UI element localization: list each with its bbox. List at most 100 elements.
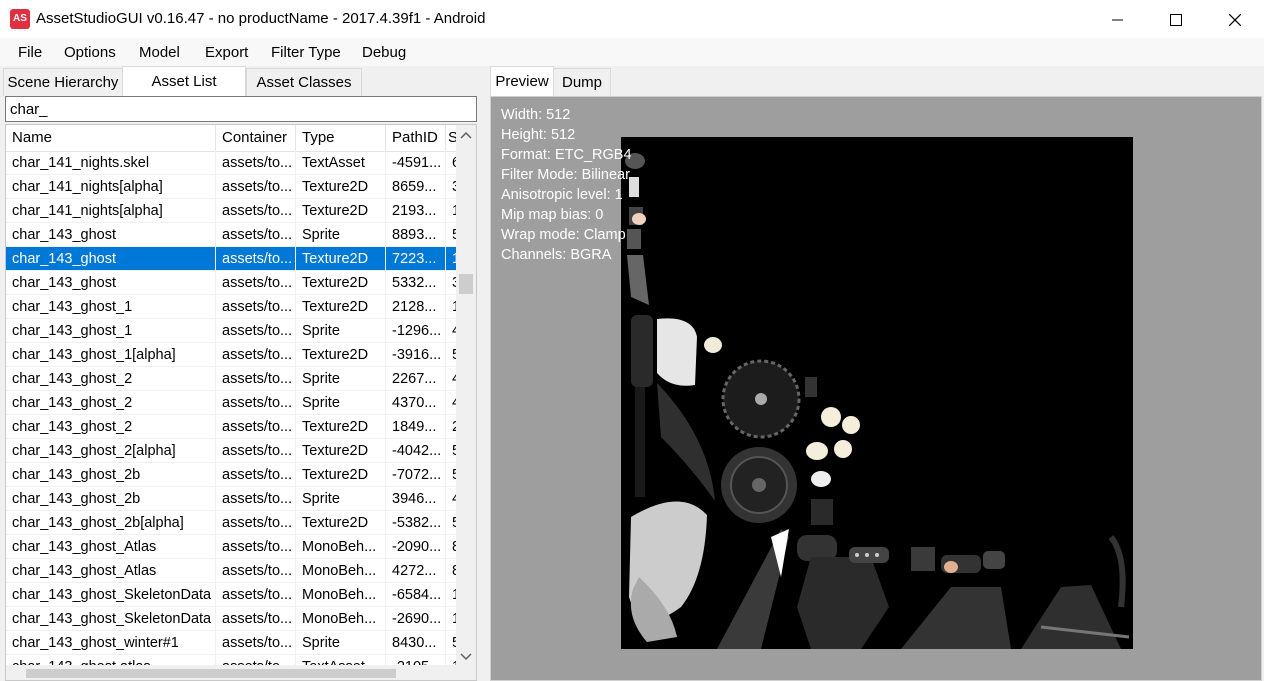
cell-name: char_143_ghost_2b[alpha]: [6, 511, 216, 535]
cell-pathid: 3946...: [386, 487, 446, 511]
table-row[interactable]: char_143_ghostassets/to...Sprite8893...5: [6, 223, 458, 247]
hscroll-thumb[interactable]: [26, 669, 396, 678]
table-row[interactable]: char_143_ghost_2b assets/to... Sprite 3946.…: [6, 487, 458, 511]
table-row[interactable]: char_143_ghost assets/to... Texture2D 7223.…: [6, 247, 458, 271]
cell-container: assets/to...: [216, 343, 296, 367]
cell-type: Texture2D: [296, 271, 386, 295]
cell-pathid: -4042...: [386, 439, 446, 463]
cell-type: MonoBeh...: [296, 535, 386, 559]
table-row[interactable]: char_141_nights[alpha] assets/to... Textur…: [6, 175, 458, 199]
column-name[interactable]: Name: [6, 125, 216, 151]
cell-name: char_143_ghost: [6, 247, 216, 271]
cell-type: Sprite: [296, 391, 386, 415]
list-header: Name Container Type PathID S: [6, 125, 458, 152]
cell-type: Texture2D: [296, 247, 386, 271]
search-input[interactable]: [5, 96, 477, 122]
cell-name: char_143_ghost_2: [6, 415, 216, 439]
cell-name: char_143_ghost_SkeletonData: [6, 607, 216, 631]
table-row[interactable]: char_143_ghost_2 assets/to... Sprite 4370..…: [6, 391, 458, 415]
cell-type: MonoBeh...: [296, 583, 386, 607]
table-row[interactable]: char_143_ghost_2 assets/to... Texture2D 184…: [6, 415, 458, 439]
menu-file[interactable]: File: [18, 44, 42, 61]
table-row[interactable]: char_143_ghost_SkeletonData assets/to... M…: [6, 583, 458, 607]
texture-image: [621, 137, 1133, 649]
horizontal-scrollbar[interactable]: [6, 665, 476, 680]
table-row[interactable]: char_141_nights.skel assets/to... TextAsse…: [6, 151, 458, 175]
info-height: Height: 512: [501, 127, 576, 143]
info-format: Format: ETC_RGB4: [501, 147, 632, 163]
cell-name: char_143_ghost_SkeletonData: [6, 583, 216, 607]
cell-pathid: -2690...: [386, 607, 446, 631]
cell-type: Texture2D: [296, 295, 386, 319]
table-row[interactable]: char_143_ghost_SkeletonData assets/to... M…: [6, 607, 458, 631]
cell-pathid: -7072...: [386, 463, 446, 487]
cell-pathid: 4370...: [386, 391, 446, 415]
cell-pathid: 1849...: [386, 415, 446, 439]
table-row[interactable]: char_143_ghost_2b assets/to... Texture2D -7…: [6, 463, 458, 487]
cell-pathid: 5332...: [386, 271, 446, 295]
asset-list: Name Container Type PathID S char_141_ni…: [5, 124, 477, 681]
cell-name: char_141_nights[alpha]: [6, 175, 216, 199]
scroll-down-icon[interactable]: [456, 649, 476, 665]
cell-container: assets/to...: [216, 631, 296, 655]
minimize-icon: [1112, 19, 1123, 21]
tab-asset-classes[interactable]: Asset Classes: [246, 68, 362, 96]
column-type[interactable]: Type: [296, 125, 386, 151]
preview-panel: Preview Dump Width: 512 Height: 512 Form…: [487, 66, 1264, 681]
scroll-up-icon[interactable]: [456, 127, 476, 143]
table-row[interactable]: char_143_ghost assets/to... Texture2D 5332.…: [6, 271, 458, 295]
table-row[interactable]: char_143_ghost_2b[alpha] assets/to... Text…: [6, 511, 458, 535]
scroll-thumb[interactable]: [459, 274, 473, 294]
menu-debug[interactable]: Debug: [362, 44, 406, 61]
minimize-button[interactable]: [1089, 0, 1147, 38]
table-row[interactable]: char_141_nights[alpha] assets/to... Textur…: [6, 199, 458, 223]
window-title: AssetStudioGUI v0.16.47 - no productName…: [36, 10, 486, 27]
cell-pathid: 8430...: [386, 631, 446, 655]
cell-name: char_143_ghost_Atlas: [6, 559, 216, 583]
cell-container: assets/to...: [216, 295, 296, 319]
cell-name: char_143_ghost_1[alpha]: [6, 343, 216, 367]
table-row[interactable]: char_143_ghost_Atlas assets/to... MonoBeh.…: [6, 535, 458, 559]
cell-type: TextAsset: [296, 151, 386, 175]
cell-name: char_143_ghost_1: [6, 295, 216, 319]
cell-pathid: 8659...: [386, 175, 446, 199]
tab-scene-hierarchy[interactable]: Scene Hierarchy: [3, 68, 123, 96]
cell-container: assets/to...: [216, 463, 296, 487]
table-row[interactable]: char_143_ghost_Atlas assets/to... MonoBeh.…: [6, 559, 458, 583]
table-row[interactable]: char_143_ghost_2 assets/to... Sprite 2267..…: [6, 367, 458, 391]
table-row[interactable]: char_143_ghost_winter#1 assets/to... Sprit…: [6, 631, 458, 655]
asset-panel: Scene Hierarchy Asset List Asset Classes…: [0, 66, 482, 681]
menu-filter-type[interactable]: Filter Type: [271, 44, 341, 61]
tab-preview[interactable]: Preview: [490, 66, 554, 96]
menu-bar: File Options Model Export Filter Type De…: [0, 38, 1264, 66]
cell-pathid: -6584...: [386, 583, 446, 607]
table-row[interactable]: char_143_ghost_2[alpha] assets/to... Textu…: [6, 439, 458, 463]
table-row[interactable]: char_143_ghost_1 assets/to... Sprite -1296.…: [6, 319, 458, 343]
cell-container: assets/to...: [216, 487, 296, 511]
cell-pathid: -1296...: [386, 319, 446, 343]
menu-model[interactable]: Model: [139, 44, 180, 61]
cell-pathid: 2267...: [386, 367, 446, 391]
cell-container: assets/to...: [216, 247, 296, 271]
column-container[interactable]: Container: [216, 125, 296, 151]
texture-atlas-art: [625, 153, 1130, 649]
cell-name: char_143_ghost_2b: [6, 487, 216, 511]
info-wrap-mode: Wrap mode: Clamp: [501, 227, 626, 243]
tab-asset-list[interactable]: Asset List: [122, 66, 246, 96]
menu-options[interactable]: Options: [64, 44, 116, 61]
menu-export[interactable]: Export: [205, 44, 248, 61]
close-button[interactable]: [1206, 0, 1264, 38]
app-icon: AS: [10, 9, 30, 29]
cell-container: assets/to...: [216, 271, 296, 295]
table-row[interactable]: char_143_ghost_1[alpha] assets/to... Textu…: [6, 343, 458, 367]
cell-container: assets/to...: [216, 151, 296, 175]
column-pathid[interactable]: PathID: [386, 125, 446, 151]
vertical-scrollbar[interactable]: [456, 125, 476, 665]
cell-name: char_143_ghost_winter#1: [6, 631, 216, 655]
tab-dump[interactable]: Dump: [553, 68, 611, 96]
info-anisotropic-level: Anisotropic level: 1: [501, 187, 623, 203]
table-row[interactable]: char_143_ghost_1 assets/to... Texture2D 212…: [6, 295, 458, 319]
cell-container: assets/to...: [216, 607, 296, 631]
maximize-button[interactable]: [1147, 0, 1205, 38]
cell-pathid: 7223...: [386, 247, 446, 271]
